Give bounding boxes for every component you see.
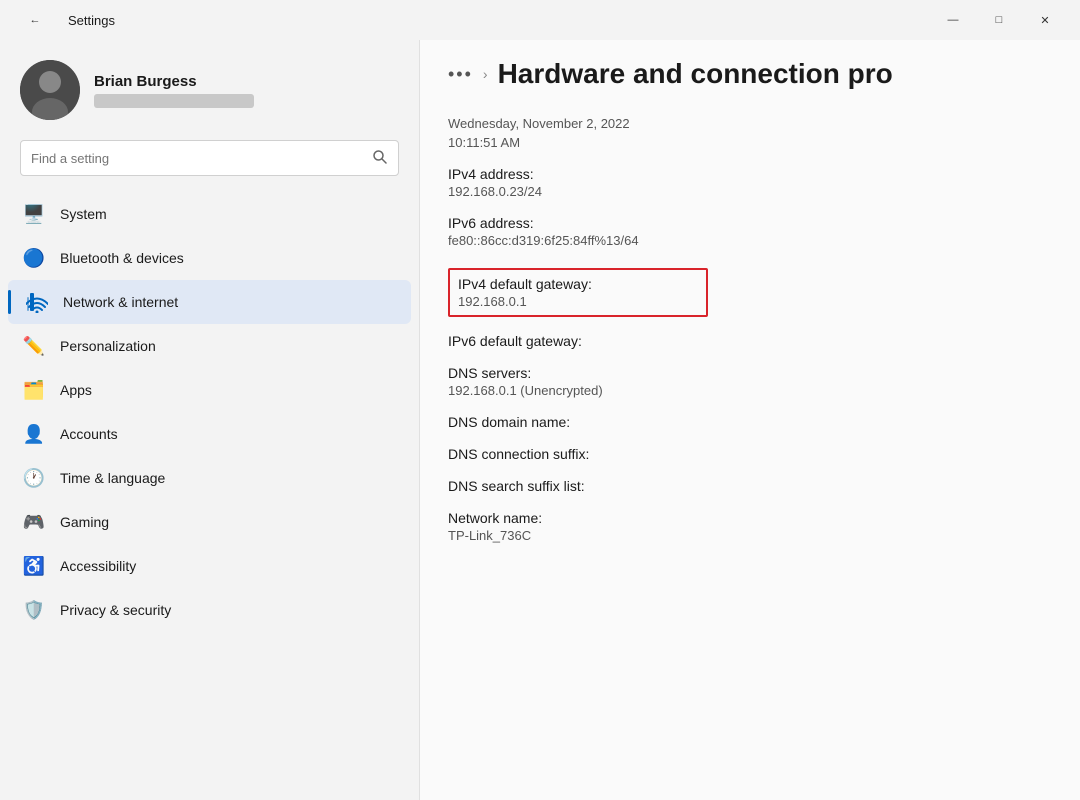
main-panel: ••• › Hardware and connection pro Wednes… <box>420 40 1080 800</box>
titlebar-left: ← Settings <box>12 4 115 36</box>
user-info: Brian Burgess <box>94 73 254 108</box>
search-container <box>0 136 419 188</box>
bluetooth-icon: 🔵 <box>22 246 46 270</box>
ipv4-address-value: 192.168.0.23/24 <box>448 184 1052 199</box>
sidebar-item-time[interactable]: 🕐 Time & language <box>8 456 411 500</box>
info-section: Wednesday, November 2, 2022 10:11:51 AM … <box>448 110 1052 553</box>
sidebar-item-label-time: Time & language <box>60 470 165 486</box>
sidebar-item-accounts[interactable]: 👤 Accounts <box>8 412 411 456</box>
timestamp-date: Wednesday, November 2, 2022 <box>448 116 1052 131</box>
ipv6-address-value: fe80::86cc:d319:6f25:84ff%13/64 <box>448 233 1052 248</box>
search-input[interactable] <box>31 151 364 166</box>
sidebar-item-label-apps: Apps <box>60 382 92 398</box>
accessibility-icon: ♿ <box>22 554 46 578</box>
dns-servers-value: 192.168.0.1 (Unencrypted) <box>448 383 1052 398</box>
apps-icon: 🗂️ <box>22 378 46 402</box>
sidebar-item-label-accounts: Accounts <box>60 426 118 442</box>
breadcrumb-arrow: › <box>483 66 488 82</box>
sidebar-item-personalization[interactable]: ✏️ Personalization <box>8 324 411 368</box>
avatar-image <box>20 60 80 120</box>
ipv6-gateway-label: IPv6 default gateway: <box>448 333 1052 349</box>
sidebar-item-label-system: System <box>60 206 107 222</box>
dns-domain-row: DNS domain name: <box>448 408 1052 440</box>
user-profile: Brian Burgess <box>0 40 419 136</box>
nav-list: 🖥️ System 🔵 Bluetooth & devices <box>0 188 419 636</box>
ipv6-gateway-row: IPv6 default gateway: <box>448 327 1052 359</box>
more-dots-button[interactable]: ••• <box>448 64 473 85</box>
close-button[interactable]: ✕ <box>1022 4 1068 36</box>
sidebar-item-label-personalization: Personalization <box>60 338 156 354</box>
sidebar-item-privacy[interactable]: 🛡️ Privacy & security <box>8 588 411 632</box>
app-title: Settings <box>68 13 115 28</box>
titlebar: ← Settings — □ ✕ <box>0 0 1080 40</box>
ipv6-address-row: IPv6 address: fe80::86cc:d319:6f25:84ff%… <box>448 209 1052 258</box>
ipv4-gateway-label: IPv4 default gateway: <box>458 276 698 292</box>
sidebar-item-bluetooth[interactable]: 🔵 Bluetooth & devices <box>8 236 411 280</box>
search-box[interactable] <box>20 140 399 176</box>
sidebar-item-gaming[interactable]: 🎮 Gaming <box>8 500 411 544</box>
main-content: Wednesday, November 2, 2022 10:11:51 AM … <box>420 100 1080 800</box>
dns-domain-label: DNS domain name: <box>448 414 1052 430</box>
network-icon <box>25 290 49 314</box>
sidebar-item-label-privacy: Privacy & security <box>60 602 171 618</box>
user-name: Brian Burgess <box>94 73 254 90</box>
dns-suffix-row: DNS connection suffix: <box>448 440 1052 472</box>
ipv6-address-label: IPv6 address: <box>448 215 1052 231</box>
ipv4-gateway-row: IPv4 default gateway: 192.168.0.1 <box>448 258 1052 327</box>
maximize-button[interactable]: □ <box>976 4 1022 36</box>
avatar <box>20 60 80 120</box>
sidebar-item-label-bluetooth: Bluetooth & devices <box>60 250 184 266</box>
window-controls: — □ ✕ <box>930 4 1068 36</box>
gaming-icon: 🎮 <box>22 510 46 534</box>
page-title: Hardware and connection pro <box>498 58 893 90</box>
dns-suffix-label: DNS connection suffix: <box>448 446 1052 462</box>
sidebar-item-network[interactable]: Network & internet <box>8 280 411 324</box>
accounts-icon: 👤 <box>22 422 46 446</box>
dns-servers-label: DNS servers: <box>448 365 1052 381</box>
network-name-value: TP-Link_736C <box>448 528 1052 543</box>
sidebar: Brian Burgess 🖥️ System <box>0 40 420 800</box>
ipv4-gateway-value: 192.168.0.1 <box>458 294 698 309</box>
sidebar-item-system[interactable]: 🖥️ System <box>8 192 411 236</box>
privacy-icon: 🛡️ <box>22 598 46 622</box>
sidebar-item-label-gaming: Gaming <box>60 514 109 530</box>
network-name-label: Network name: <box>448 510 1052 526</box>
sidebar-item-accessibility[interactable]: ♿ Accessibility <box>8 544 411 588</box>
system-icon: 🖥️ <box>22 202 46 226</box>
user-email-bar <box>94 94 254 108</box>
main-header: ••• › Hardware and connection pro <box>420 40 1080 100</box>
sidebar-item-label-network: Network & internet <box>63 294 178 310</box>
back-button[interactable]: ← <box>12 4 58 36</box>
minimize-button[interactable]: — <box>930 4 976 36</box>
dns-servers-row: DNS servers: 192.168.0.1 (Unencrypted) <box>448 359 1052 408</box>
dns-search-row: DNS search suffix list: <box>448 472 1052 504</box>
ipv4-address-label: IPv4 address: <box>448 166 1052 182</box>
dns-search-label: DNS search suffix list: <box>448 478 1052 494</box>
sidebar-item-apps[interactable]: 🗂️ Apps <box>8 368 411 412</box>
sidebar-item-label-accessibility: Accessibility <box>60 558 136 574</box>
ipv4-gateway-highlight: IPv4 default gateway: 192.168.0.1 <box>448 268 708 317</box>
timestamp-time: 10:11:51 AM <box>448 135 1052 150</box>
timestamp-row: Wednesday, November 2, 2022 10:11:51 AM <box>448 110 1052 160</box>
search-icon <box>372 149 388 168</box>
personalization-icon: ✏️ <box>22 334 46 358</box>
network-name-row: Network name: TP-Link_736C <box>448 504 1052 553</box>
app-body: Brian Burgess 🖥️ System <box>0 40 1080 800</box>
ipv4-address-row: IPv4 address: 192.168.0.23/24 <box>448 160 1052 209</box>
time-icon: 🕐 <box>22 466 46 490</box>
